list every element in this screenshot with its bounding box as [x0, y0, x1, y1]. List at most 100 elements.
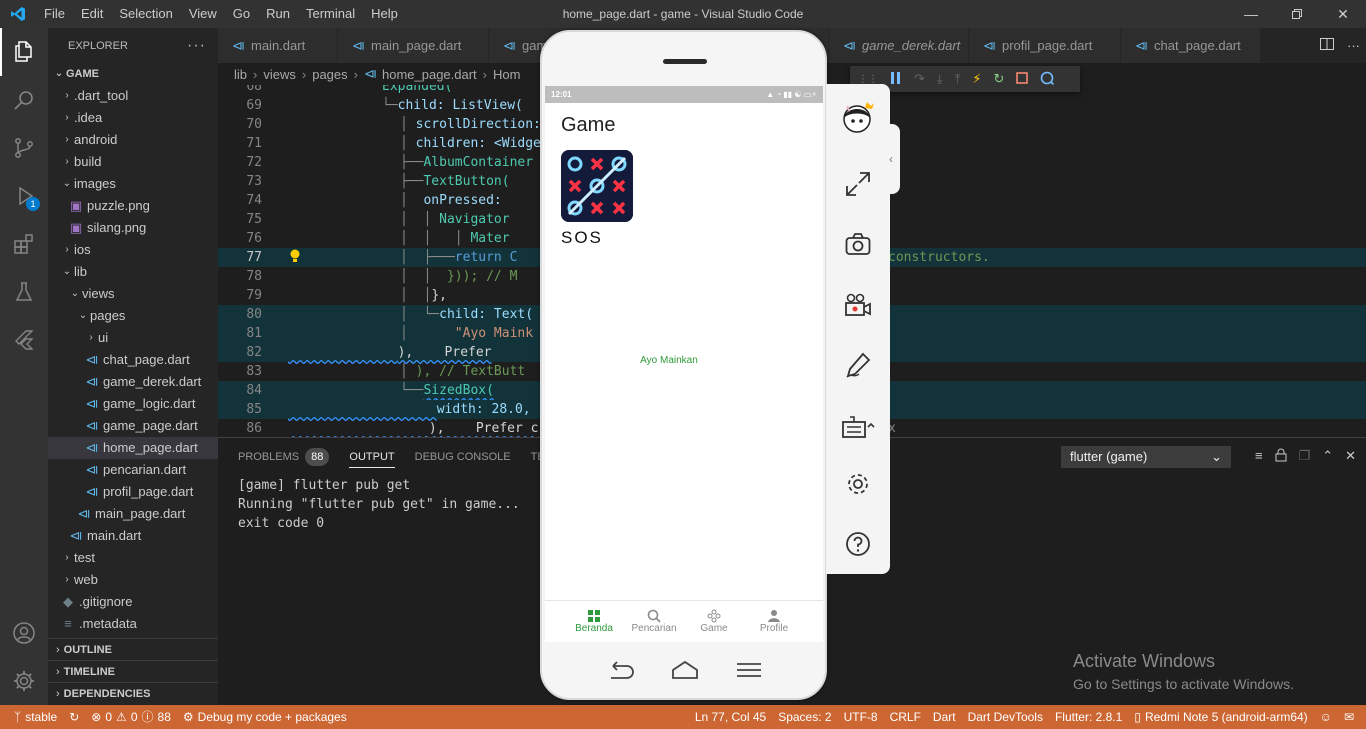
tree-file[interactable]: ⧏ main_page.dart	[48, 503, 218, 525]
home-icon[interactable]	[671, 660, 699, 683]
more-actions-icon[interactable]: ···	[1347, 38, 1360, 53]
draw-pen-icon[interactable]	[841, 348, 875, 382]
tree-folder[interactable]: ⌄ images	[48, 173, 218, 195]
collapse-toolbar-icon[interactable]: ‹	[882, 124, 900, 194]
menu-file[interactable]: File	[36, 0, 73, 28]
pause-icon[interactable]	[890, 71, 902, 88]
tree-folder[interactable]: ⌄ lib	[48, 261, 218, 283]
fullscreen-icon[interactable]	[841, 167, 875, 201]
menu-edit[interactable]: Edit	[73, 0, 111, 28]
problems-status[interactable]: ⊗ 0 ⚠ 0 ⓘ 88	[85, 705, 177, 729]
tree-folder[interactable]: › ios	[48, 239, 218, 261]
encoding-status[interactable]: UTF-8	[838, 705, 884, 729]
settings-gear-icon[interactable]	[0, 657, 48, 705]
step-out-icon[interactable]: ⤒	[955, 71, 961, 87]
feedback-icon[interactable]: ☺	[1314, 705, 1338, 729]
tree-file[interactable]: ⧏ game_page.dart	[48, 415, 218, 437]
accounts-icon[interactable]	[0, 609, 48, 657]
tree-file[interactable]: ⧏ pencarian.dart	[48, 459, 218, 481]
restore-button[interactable]	[1274, 0, 1320, 28]
tree-folder[interactable]: › test	[48, 547, 218, 569]
flutter-icon[interactable]	[0, 316, 48, 364]
play-now-link[interactable]: Ayo Mainkan	[545, 355, 793, 366]
outline-section[interactable]: › OUTLINE	[48, 638, 218, 660]
clear-output-icon[interactable]: ≡	[1255, 448, 1263, 465]
breadcrumb-views[interactable]: views	[263, 67, 296, 82]
dependencies-section[interactable]: › DEPENDENCIES	[48, 682, 218, 704]
timeline-section[interactable]: › TIMELINE	[48, 660, 218, 682]
tree-file[interactable]: ▣ puzzle.png	[48, 195, 218, 217]
menu-go[interactable]: Go	[225, 0, 258, 28]
mascot-avatar-icon[interactable]	[841, 100, 875, 134]
sync-icon[interactable]: ↻	[63, 705, 85, 729]
nav-pencarian[interactable]: Pencarian	[624, 601, 684, 642]
language-status[interactable]: Dart	[927, 705, 962, 729]
menu-run[interactable]: Run	[258, 0, 298, 28]
settings-gear-icon[interactable]	[841, 467, 875, 501]
tree-file[interactable]: ◆ .gitignore	[48, 591, 218, 613]
explorer-root-game[interactable]: ⌄ GAME	[48, 63, 218, 85]
open-editor-icon[interactable]: ❐	[1299, 448, 1311, 465]
flutter-version-status[interactable]: Flutter: 2.8.1	[1049, 705, 1128, 729]
debug-mode-status[interactable]: ⚙ Debug my code + packages	[177, 705, 353, 729]
devtools-status[interactable]: Dart DevTools	[962, 705, 1049, 729]
step-into-icon[interactable]: ⤓	[937, 71, 943, 87]
close-panel-icon[interactable]: ✕	[1345, 448, 1356, 465]
output-channel-select[interactable]: flutter (game) ⌄	[1061, 446, 1231, 468]
menu-selection[interactable]: Selection	[111, 0, 180, 28]
menu-help[interactable]: Help	[363, 0, 406, 28]
stop-icon[interactable]	[1016, 71, 1029, 87]
notifications-icon[interactable]: ✉	[1338, 705, 1360, 729]
tab-main-dart[interactable]: ⧏ main.dart	[218, 28, 338, 63]
lightbulb-icon[interactable]	[290, 249, 300, 263]
nav-profile[interactable]: Profile	[744, 601, 804, 642]
tab-main-page[interactable]: ⧏ main_page.dart	[338, 28, 489, 63]
tree-folder[interactable]: › .idea	[48, 107, 218, 129]
tree-folder[interactable]: › .dart_tool	[48, 85, 218, 107]
tree-file[interactable]: ⧏ game_logic.dart	[48, 393, 218, 415]
hot-reload-icon[interactable]: ⚡	[972, 71, 981, 87]
tab-debug-console[interactable]: DEBUG CONSOLE	[415, 438, 511, 476]
nav-game[interactable]: Game	[684, 601, 744, 642]
run-debug-icon[interactable]: 1	[0, 172, 48, 220]
screenshot-camera-icon[interactable]	[841, 227, 875, 261]
tree-folder[interactable]: ⌄ views	[48, 283, 218, 305]
screen-record-icon[interactable]	[841, 288, 875, 322]
split-editor-icon[interactable]	[1319, 36, 1335, 55]
tree-folder[interactable]: › android	[48, 129, 218, 151]
step-over-icon[interactable]: ↷	[914, 71, 925, 87]
tree-file[interactable]: ▣ silang.png	[48, 217, 218, 239]
source-control-icon[interactable]	[0, 124, 48, 172]
tree-folder[interactable]: › web	[48, 569, 218, 591]
tab-profil-page[interactable]: ⧏ profil_page.dart	[969, 28, 1121, 63]
breadcrumb-pages[interactable]: pages	[312, 67, 347, 82]
branch-status[interactable]: ᛉ stable	[8, 705, 63, 729]
phone-screen[interactable]: 12:01 ▲ ◔ ▮▮ ☯ ▭⚡ Game SOS Ayo Mainkan B…	[545, 86, 823, 642]
menu-terminal[interactable]: Terminal	[298, 0, 363, 28]
more-actions-icon[interactable]: ···	[187, 37, 206, 55]
close-window-button[interactable]: ✕	[1320, 0, 1366, 28]
tree-file[interactable]: ⧏ home_page.dart	[48, 437, 218, 459]
cursor-position[interactable]: Ln 77, Col 45	[689, 705, 772, 729]
menu-icon[interactable]	[735, 660, 763, 683]
menu-view[interactable]: View	[181, 0, 225, 28]
breadcrumb-symbol[interactable]: Hom	[493, 67, 520, 82]
indentation-status[interactable]: Spaces: 2	[772, 705, 837, 729]
breadcrumb-lib[interactable]: lib	[234, 67, 247, 82]
drag-handle-icon[interactable]: ⋮⋮	[858, 74, 878, 85]
tree-file[interactable]: ⧏ chat_page.dart	[48, 349, 218, 371]
help-icon[interactable]	[841, 527, 875, 561]
restart-icon[interactable]: ↻	[994, 71, 1005, 87]
lock-scroll-icon[interactable]	[1275, 448, 1287, 465]
minimize-button[interactable]: —	[1228, 0, 1274, 28]
tic-tac-toe-game-icon[interactable]	[561, 150, 633, 222]
tree-folder[interactable]: ⌄ pages	[48, 305, 218, 327]
tree-file[interactable]: ⧏ profil_page.dart	[48, 481, 218, 503]
testing-icon[interactable]	[0, 268, 48, 316]
tab-game-derek[interactable]: ⧏ game_derek.dart	[829, 28, 969, 63]
tree-folder[interactable]: › build	[48, 151, 218, 173]
tree-file[interactable]: ⧏ main.dart	[48, 525, 218, 547]
tab-problems[interactable]: PROBLEMS 88	[238, 438, 330, 476]
nav-beranda[interactable]: Beranda	[564, 601, 624, 642]
device-status[interactable]: ▯ Redmi Note 5 (android-arm64)	[1128, 705, 1313, 729]
